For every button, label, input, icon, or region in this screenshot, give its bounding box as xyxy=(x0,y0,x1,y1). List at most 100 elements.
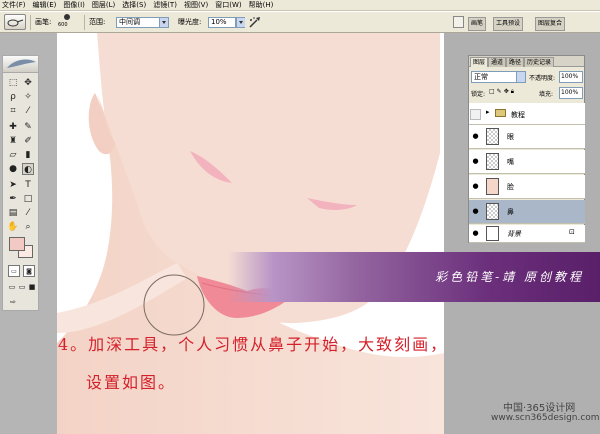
brush-tool-icon[interactable]: ✎ xyxy=(22,121,34,133)
tab-channels[interactable]: 通道 xyxy=(488,57,507,67)
eye-icon[interactable]: ● xyxy=(470,181,481,192)
menu-layer[interactable]: 图层(L) xyxy=(92,0,115,11)
banner-text: 彩色铅笔-靖 原创教程 xyxy=(435,270,584,284)
eye-icon[interactable]: ● xyxy=(470,228,481,239)
layer-thumbnail xyxy=(486,128,499,145)
tab-layers[interactable]: 图层 xyxy=(470,57,489,67)
tab-history[interactable]: 历史记录 xyxy=(524,57,555,67)
type-tool-icon[interactable]: T xyxy=(22,179,34,191)
blend-mode-value: 正常 xyxy=(474,73,488,81)
menu-view[interactable]: 视图(V) xyxy=(184,0,208,11)
visibility-toggle[interactable] xyxy=(470,109,481,120)
jump-to-imageready-icon[interactable]: ⇨ xyxy=(7,296,19,308)
slice-tool-icon[interactable]: ⁄ xyxy=(22,105,34,117)
layer-name: 脸 xyxy=(507,183,514,191)
tool-preset-picker[interactable] xyxy=(4,14,26,30)
exposure-value: 10% xyxy=(211,18,227,26)
blend-mode-select[interactable]: 正常 xyxy=(471,71,526,83)
eye-icon[interactable]: ● xyxy=(470,131,481,142)
layers-panel-tabs: 图层 通道 路径 历史记录 xyxy=(469,56,584,67)
opacity-input[interactable]: 100% xyxy=(559,71,583,83)
layer-row-mouth[interactable]: ● 嘴 xyxy=(469,150,585,174)
quick-mask-icon[interactable]: ◙ xyxy=(23,265,35,277)
menu-file[interactable]: 文件(F) xyxy=(2,0,26,11)
magic-wand-tool-icon[interactable]: ✧ xyxy=(22,91,34,103)
folder-icon xyxy=(495,109,506,117)
path-selection-tool-icon[interactable]: ➤ xyxy=(7,179,19,191)
expand-arrow-icon[interactable]: ▸ xyxy=(486,108,490,116)
palette-well: 画笔 工具预设 图层复合 xyxy=(453,14,600,32)
well-tab-tool-presets[interactable]: 工具预设 xyxy=(493,17,524,31)
layer-row-face[interactable]: ● 脸 xyxy=(469,175,585,199)
opacity-label: 不透明度: xyxy=(529,75,556,82)
eyedropper-tool-icon[interactable]: ⁄ xyxy=(22,207,34,219)
healing-brush-tool-icon[interactable]: ✚ xyxy=(7,121,19,133)
chevron-down-icon xyxy=(516,72,525,82)
watermark-url: www.scn365design.com xyxy=(491,413,600,423)
pen-tool-icon[interactable]: ✒ xyxy=(7,193,19,205)
exposure-input[interactable]: 10% xyxy=(208,17,236,28)
burn-tool-icon[interactable]: ◐ xyxy=(22,163,34,175)
menu-help[interactable]: 帮助(H) xyxy=(249,0,274,11)
blur-tool-icon[interactable]: ● xyxy=(7,163,19,175)
layer-name: 嘴 xyxy=(507,158,514,166)
standard-mode-icon[interactable]: ▭ xyxy=(8,265,20,277)
lasso-tool-icon[interactable]: ρ xyxy=(7,91,19,103)
crop-tool-icon[interactable]: ⌗ xyxy=(7,105,19,117)
lock-icon: ⊡ xyxy=(569,228,575,236)
burn-tool-icon xyxy=(7,19,24,27)
well-tab-layer-comps[interactable]: 图层复合 xyxy=(535,17,566,31)
layer-thumbnail xyxy=(486,226,499,241)
toolbox: ⬚ ✥ ρ ✧ ⌗ ⁄ ✚ ✎ ♜ ✐ ▱ ▮ ● ◐ ➤ T ✒ □ ▤ ⁄ … xyxy=(2,55,39,311)
screen-mode-full-icon[interactable]: ■ xyxy=(26,281,38,293)
watermark-title: 中国·365设计网 xyxy=(503,403,576,414)
chevron-down-icon xyxy=(159,18,168,27)
layer-name: 背景 xyxy=(507,230,521,238)
eye-icon[interactable]: ● xyxy=(470,156,481,167)
lock-label: 锁定: xyxy=(471,91,486,98)
airbrush-icon[interactable] xyxy=(248,16,262,29)
layer-name: 教程 xyxy=(511,111,525,119)
layer-row-nose[interactable]: ● 鼻 xyxy=(469,200,585,224)
menu-select[interactable]: 选择(S) xyxy=(122,0,146,11)
marquee-tool-icon[interactable]: ⬚ xyxy=(7,77,19,89)
layer-row-background[interactable]: ● 背景 ⊡ xyxy=(469,225,585,243)
exposure-slider-toggle[interactable] xyxy=(236,17,245,28)
menu-image[interactable]: 图像(I) xyxy=(63,0,85,11)
eraser-tool-icon[interactable]: ▱ xyxy=(7,149,19,161)
layer-row-eye[interactable]: ● 眼 xyxy=(469,125,585,149)
toolbox-header xyxy=(3,56,38,73)
brush-tip-icon xyxy=(64,14,70,20)
shape-tool-icon[interactable]: □ xyxy=(22,193,34,205)
separator xyxy=(84,15,85,30)
foreground-color-swatch-top[interactable] xyxy=(9,237,25,251)
eye-icon[interactable]: ● xyxy=(470,206,481,217)
tab-paths[interactable]: 路径 xyxy=(506,57,525,67)
menu-window[interactable]: 窗口(W) xyxy=(215,0,241,11)
zoom-tool-icon[interactable]: ⌕ xyxy=(22,221,34,233)
fill-label: 填充: xyxy=(539,91,554,98)
menu-filter[interactable]: 滤镜(T) xyxy=(153,0,177,11)
layer-row-group[interactable]: ▸ 教程 xyxy=(469,103,585,125)
layer-name: 眼 xyxy=(507,133,514,141)
gradient-tool-icon[interactable]: ▮ xyxy=(22,149,34,161)
brush-label: 画笔: xyxy=(35,18,52,26)
file-browser-icon[interactable] xyxy=(453,16,464,28)
well-tab-brushes[interactable]: 画笔 xyxy=(468,17,487,31)
hand-tool-icon[interactable]: ✋ xyxy=(7,221,19,233)
history-brush-tool-icon[interactable]: ✐ xyxy=(22,135,34,147)
range-select[interactable]: 中间调 xyxy=(116,17,169,28)
layer-name: 鼻 xyxy=(507,208,514,216)
range-label: 范围: xyxy=(89,18,106,26)
menu-edit[interactable]: 编辑(E) xyxy=(33,0,57,11)
chevron-right-icon xyxy=(236,18,245,27)
brush-size: 600 xyxy=(58,22,68,28)
notes-tool-icon[interactable]: ▤ xyxy=(7,207,19,219)
move-tool-icon[interactable]: ✥ xyxy=(22,77,34,89)
layers-panel: 图层 通道 路径 历史记录 正常 不透明度: 100% 锁定: □✎✥🔒︎ 填充… xyxy=(468,55,585,243)
clone-stamp-tool-icon[interactable]: ♜ xyxy=(7,135,19,147)
layer-thumbnail xyxy=(486,153,499,170)
brush-picker[interactable]: 600 xyxy=(58,12,80,32)
fill-input[interactable]: 100% xyxy=(559,87,583,99)
lock-buttons[interactable]: □✎✥🔒︎ xyxy=(489,88,533,97)
